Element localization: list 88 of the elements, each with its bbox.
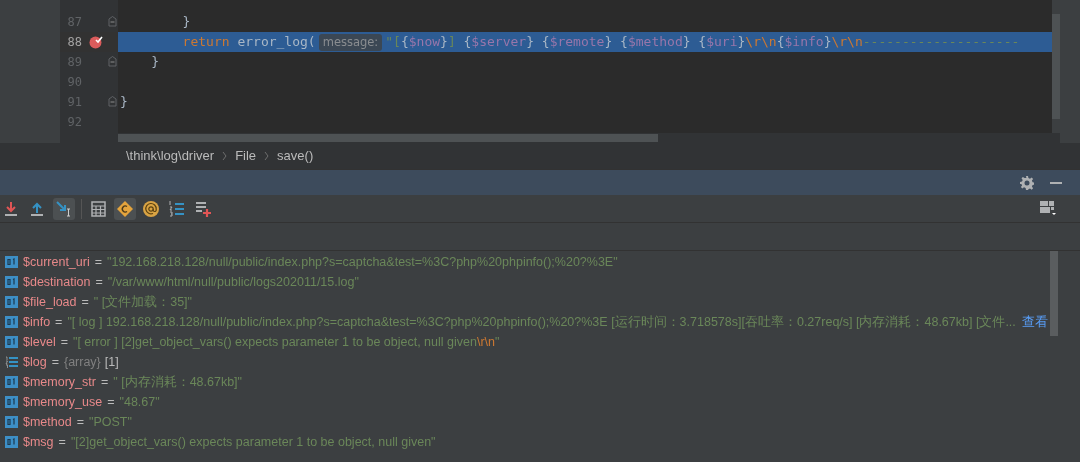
run-to-cursor-icon[interactable] bbox=[53, 197, 75, 220]
variable-name: $msg bbox=[23, 433, 54, 451]
primitive-icon bbox=[5, 416, 18, 428]
equals-sign: = bbox=[81, 293, 89, 311]
code-token: $uri bbox=[706, 33, 738, 52]
variable-value: [1] bbox=[104, 353, 119, 371]
primitive-icon bbox=[5, 256, 18, 268]
line-number: 88 bbox=[66, 34, 82, 51]
primitive-icon bbox=[5, 336, 18, 348]
variable-name: $file_load bbox=[23, 293, 77, 311]
code-token: } bbox=[181, 13, 191, 32]
code-token: } bbox=[526, 33, 534, 52]
layout-icon[interactable] bbox=[1040, 201, 1056, 216]
variable-name: $info bbox=[23, 313, 51, 331]
primitive-icon bbox=[5, 316, 18, 328]
equals-sign: = bbox=[55, 313, 63, 331]
code-token: } bbox=[604, 33, 613, 52]
equals-sign: = bbox=[76, 413, 84, 431]
variable-value: \r\n bbox=[476, 333, 495, 351]
primitive-icon bbox=[5, 276, 18, 288]
code-token: { bbox=[776, 33, 785, 52]
variable-value: " [内存消耗：48.67kb]" bbox=[113, 373, 243, 391]
variable-value: "/var/www/html/null/public/logs202011/15.log" bbox=[107, 273, 359, 291]
equals-sign: = bbox=[94, 253, 102, 271]
variable-name: $log bbox=[23, 353, 47, 371]
variable-name: $destination bbox=[23, 273, 91, 291]
code-token: \r\n bbox=[745, 33, 777, 52]
minimize-icon[interactable] bbox=[1050, 181, 1062, 184]
primitive-icon bbox=[5, 396, 18, 408]
settings-icon[interactable] bbox=[1020, 175, 1034, 190]
code-token: $method bbox=[627, 33, 683, 52]
breadcrumb[interactable]: \think\log\driver bbox=[126, 146, 215, 166]
variable-value: {array} bbox=[63, 353, 101, 371]
code-token: -------------------- bbox=[862, 33, 1020, 52]
code-token: { bbox=[619, 33, 628, 52]
code-token: } bbox=[823, 33, 832, 52]
variable-value: " [文件加载：35]" bbox=[93, 293, 193, 311]
code-token: $remote bbox=[549, 33, 605, 52]
code-token: { bbox=[400, 33, 409, 52]
equals-sign: = bbox=[51, 353, 59, 371]
equals-sign: = bbox=[107, 393, 115, 411]
array-icon bbox=[5, 356, 18, 368]
view-link[interactable]: 查看 bbox=[1021, 312, 1048, 332]
code-token: $server bbox=[471, 33, 527, 52]
code-token: "[ bbox=[385, 33, 401, 52]
breakpoint-icon[interactable] bbox=[89, 35, 103, 49]
code-token: return bbox=[181, 33, 231, 52]
variable-name: $memory_str bbox=[23, 373, 96, 391]
equals-sign: = bbox=[58, 433, 66, 451]
variable-name: $level bbox=[23, 333, 56, 351]
variable-value: "[ log ] 192.168.218.128/null/public/index.php?s=captcha&test=%3C?php%20phpinfo();%20?%3E [运行时间：3.718578s][吞吐率：0.27req/s] [内存消耗：48.67kb] [文件... bbox=[67, 313, 1016, 331]
scrollbar-thumb[interactable] bbox=[1050, 251, 1058, 336]
code-token: } bbox=[120, 93, 128, 112]
horizontal-scrollbar[interactable] bbox=[118, 134, 658, 142]
primitive-icon bbox=[5, 376, 18, 388]
breadcrumb[interactable]: File bbox=[235, 146, 257, 166]
scrollbar-thumb[interactable] bbox=[1052, 14, 1060, 119]
variable-value: "POST" bbox=[88, 413, 132, 431]
breadcrumb[interactable]: save() bbox=[277, 146, 314, 166]
code-token: { bbox=[462, 33, 472, 52]
parameter-hint: message: bbox=[318, 33, 383, 51]
variable-value: "[ error ] [2]get_object_vars() expects parameter 1 to be object, null given bbox=[73, 333, 477, 351]
variable-name: $method bbox=[23, 413, 72, 431]
code-token: } bbox=[682, 33, 691, 52]
variable-value: " bbox=[495, 333, 500, 351]
diamond-icon[interactable] bbox=[114, 197, 136, 220]
variable-name: $current_uri bbox=[23, 253, 90, 271]
equals-sign: = bbox=[60, 333, 68, 351]
variable-value: "48.67" bbox=[119, 393, 160, 411]
code-token: ] bbox=[447, 33, 456, 52]
code-token: error_log( bbox=[237, 33, 316, 52]
code-token: } bbox=[150, 53, 160, 72]
code-token: $now bbox=[408, 33, 441, 52]
chevron-icon bbox=[222, 152, 228, 160]
code-token: $info bbox=[784, 33, 824, 52]
equals-sign: = bbox=[100, 373, 109, 391]
code-token: } bbox=[440, 33, 448, 52]
chevron-icon bbox=[264, 152, 270, 160]
code-token: { bbox=[697, 33, 707, 52]
primitive-icon bbox=[5, 436, 18, 448]
variable-value: "192.168.218.128/null/public/index.php?s=captcha&test=%3C?php%20phpinfo();%20?%3E" bbox=[107, 253, 618, 271]
code-token: } bbox=[737, 33, 746, 52]
variable-value: "[2]get_object_vars() expects parameter 1 to be object, null given" bbox=[70, 433, 436, 451]
variable-name: $memory_use bbox=[23, 393, 103, 411]
code-token: \r\n bbox=[831, 33, 863, 52]
primitive-icon bbox=[5, 296, 18, 308]
equals-sign: = bbox=[95, 273, 103, 291]
code-token: { bbox=[540, 33, 550, 52]
